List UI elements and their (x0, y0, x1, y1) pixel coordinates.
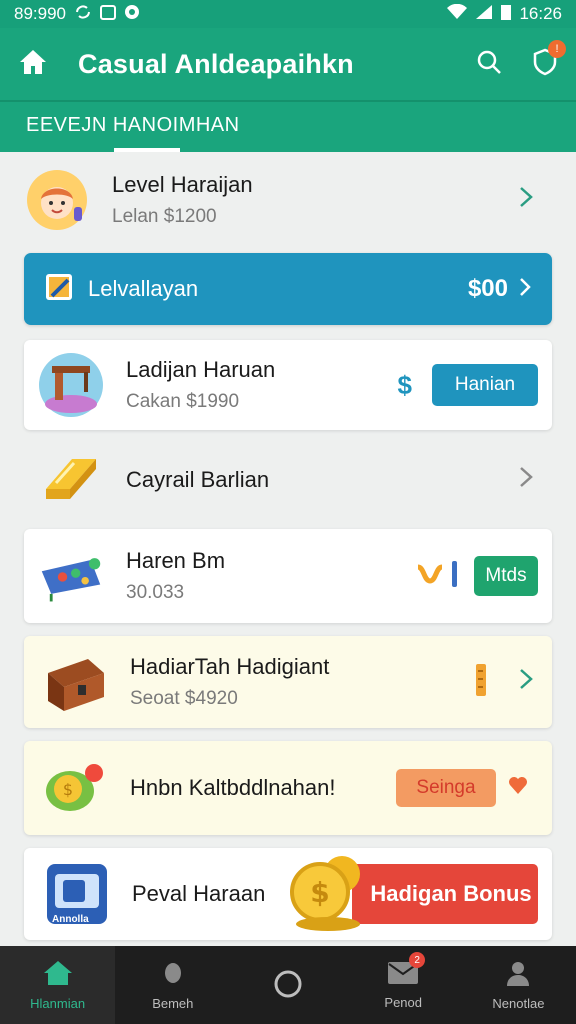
treasure-chest-icon (42, 649, 108, 715)
tools-icon (414, 559, 462, 594)
item-title: Level Haraijan (112, 172, 253, 197)
item-title: Cayrail Barlian (126, 467, 270, 492)
home-icon[interactable] (18, 48, 48, 81)
chevron-right-icon[interactable] (518, 276, 532, 303)
mail-icon: 2 (387, 952, 426, 989)
avatar (24, 167, 90, 233)
chevron-right-icon[interactable] (518, 185, 534, 216)
currency-icon: $ (397, 369, 412, 400)
circle-button-icon (273, 969, 303, 1002)
chevron-right-icon[interactable] (518, 667, 534, 698)
list-item-banner[interactable]: Lelvallayan $00 (24, 253, 552, 325)
svg-text:$: $ (63, 780, 73, 799)
item-amount: $00 (467, 275, 508, 302)
list-item[interactable]: $ Hnbn Kaltbddlnahan! Seinga (24, 741, 552, 835)
nav-item-messages[interactable]: 2 Penod (346, 946, 461, 1024)
chevron-right-icon[interactable] (518, 465, 534, 496)
item-action-button[interactable]: Hanian (432, 364, 538, 406)
heart-icon[interactable] (508, 776, 528, 801)
list-item[interactable]: HadiarTah Hadigiant Seoat $4920 (24, 636, 552, 728)
item-subtitle: Cakan $1990 (126, 391, 240, 412)
list-item[interactable]: Level Haraijan Lelan $1200 (24, 162, 552, 238)
app-title: Casual Anldeapaihkn (78, 48, 354, 79)
nav-item-games[interactable]: Bemeh (115, 946, 230, 1024)
signal-icon (475, 4, 493, 25)
nav-item-home[interactable]: Hlanmian (0, 946, 116, 1024)
nav-label: Hlanmian (30, 996, 86, 1011)
nav-item-center[interactable] (230, 946, 345, 1024)
list-item[interactable]: Cayrail Barlian (24, 442, 552, 518)
sync-icon (74, 4, 92, 25)
notification-dot-icon (124, 4, 140, 25)
person-icon (504, 959, 532, 990)
item-title: Hnbn Kaltbddlnahan! (130, 775, 336, 800)
calendar-icon (100, 4, 116, 25)
tab-main[interactable]: EEVEJN HANOIMHAN (26, 114, 240, 137)
list-item[interactable]: Annolla Peval Haraan $ Hadigan Bonus (24, 848, 552, 940)
tab-bar: EEVEJN HANOIMHAN (0, 100, 576, 152)
item-title: Haren Bm (126, 548, 226, 573)
item-title: HadiarTah Hadigiant (130, 654, 330, 679)
search-icon[interactable] (476, 49, 502, 80)
hand-icon (159, 959, 187, 990)
item-subtitle: Seoat $4920 (130, 688, 238, 709)
item-title: Ladijan Haruan (126, 357, 276, 382)
nav-badge: 2 (409, 952, 426, 968)
nav-label: Penod (384, 995, 422, 1010)
status-time-right: 16:26 (519, 4, 562, 23)
item-subtitle: 30.033 (126, 582, 185, 603)
item-action-button[interactable]: Seinga (396, 769, 496, 807)
item-title: Peval Haraan (132, 881, 266, 906)
thumbnail-label: Annolla (52, 914, 89, 925)
battery-icon (501, 4, 512, 25)
nav-label: Bemeh (152, 996, 194, 1011)
game-board-icon (38, 543, 104, 609)
item-title: Lelvallayan (88, 276, 199, 301)
edit-icon (44, 272, 74, 307)
gold-bar-icon (38, 447, 104, 513)
list-item[interactable]: Haren Bm 30.033 Mtds (24, 529, 552, 623)
gallows-thumbnail (38, 352, 104, 418)
svg-text:$: $ (310, 876, 329, 909)
status-time-left: 89:990 (14, 4, 66, 23)
gold-coins-icon: $ (286, 852, 370, 940)
item-action-button[interactable]: Mtds (474, 556, 538, 596)
list-item[interactable]: Ladijan Haruan Cakan $1990 $ Hanian (24, 340, 552, 430)
notification-badge: ! (548, 39, 566, 58)
coin-balloon-icon: $ (42, 755, 108, 821)
wifi-icon (447, 3, 468, 25)
home-icon (42, 959, 74, 990)
status-bar: 89:990 16:26 (0, 0, 576, 28)
bottom-navigation: Hlanmian Bemeh 2 Penod Nenotlae (0, 946, 576, 1024)
nav-item-profile[interactable]: Nenotlae (461, 946, 576, 1024)
ruler-icon (474, 663, 488, 702)
nav-label: Nenotlae (492, 996, 545, 1011)
bonus-label: Hadigan Bonus (370, 881, 532, 906)
bonus-button[interactable]: $ Hadigan Bonus (290, 856, 538, 931)
shield-notification-icon[interactable]: ! (532, 39, 566, 81)
app-bar: Casual Anldeapaihkn ! (0, 28, 576, 100)
tab-indicator (114, 148, 180, 152)
app-thumbnail: Annolla (44, 861, 110, 927)
item-subtitle: Lelan $1200 (112, 206, 217, 227)
